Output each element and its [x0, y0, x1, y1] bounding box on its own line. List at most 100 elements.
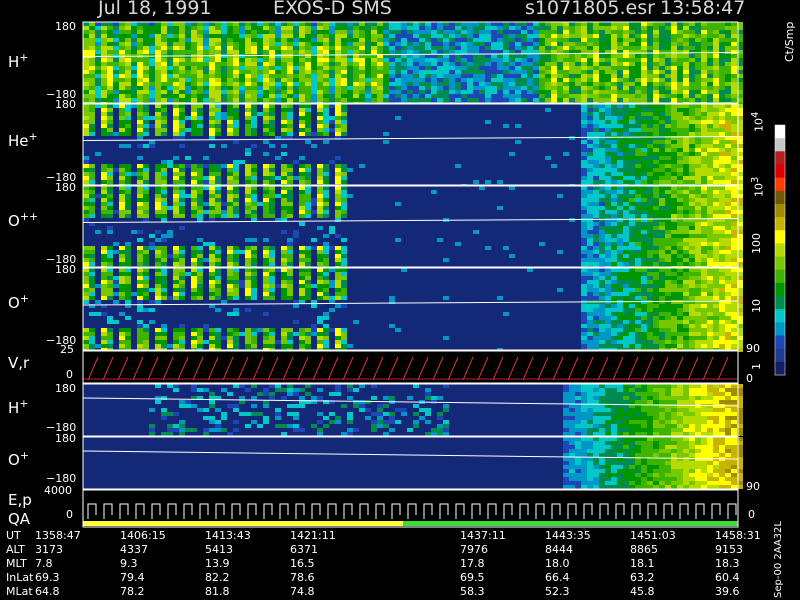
spectrogram-cell [491, 98, 497, 102]
spectrogram-cell [479, 66, 485, 70]
spectrogram-cell [113, 38, 119, 42]
spectrogram-cell [173, 336, 179, 340]
spectrogram-cell [449, 70, 455, 74]
spectrogram-cell [683, 144, 689, 148]
spectrogram-cell [203, 26, 209, 30]
spectrogram-cell [89, 280, 95, 284]
spectrogram-cell [347, 22, 353, 26]
spectrogram-cell [335, 168, 341, 172]
spectrogram-cell [227, 112, 233, 116]
spectrogram-cell [191, 112, 197, 116]
spectrogram-cell [269, 344, 275, 348]
spectrogram-cell [137, 340, 143, 344]
spectrogram-cell [713, 66, 719, 70]
spectrogram-cell [155, 284, 161, 288]
spectrogram-cell [473, 74, 479, 78]
spectrogram-cell [413, 26, 419, 30]
spectrogram-cell [89, 176, 95, 180]
spectrogram-cell [359, 42, 365, 46]
spectrogram-cell [617, 104, 623, 108]
spectrogram-cell [113, 58, 119, 62]
spectrogram-cell [719, 66, 725, 70]
spectrogram-cell [581, 140, 587, 144]
spectrogram-cell [227, 180, 233, 184]
spectrogram-cell [509, 82, 515, 86]
spectrogram-cell [161, 112, 167, 116]
spectrogram-cell [527, 70, 533, 74]
spectrogram-cell [377, 94, 383, 98]
spectrogram-cell [713, 258, 719, 262]
spectrogram-cell [299, 336, 305, 340]
spectrogram-cell [299, 104, 305, 108]
spectrogram-cell [335, 292, 341, 296]
spectrogram-cell [707, 254, 713, 258]
spectrogram-cell [275, 54, 281, 58]
spectrogram-cell [215, 296, 221, 300]
spectrogram-cell [293, 66, 299, 70]
spectrogram-cell [245, 34, 251, 38]
spectrogram-cell [719, 254, 725, 258]
spectrogram-cell [155, 164, 161, 168]
spectrogram-cell [509, 30, 515, 34]
spectrogram-cell [599, 164, 605, 168]
spectrogram-cell [425, 78, 431, 82]
spectrogram-cell [173, 46, 179, 50]
spectrogram-cell [107, 34, 113, 38]
spectrogram-cell [581, 206, 587, 210]
spectrogram-cell [611, 144, 617, 148]
spectrogram-cell [329, 26, 335, 30]
spectrogram-cell [689, 230, 695, 234]
spectrogram-cell [203, 186, 209, 190]
spectrogram-cell [449, 38, 455, 42]
spectrogram-cell [713, 168, 719, 172]
spectrogram-cell [689, 190, 695, 194]
spectrogram-cell [131, 42, 137, 46]
spectrogram-cell [719, 82, 725, 86]
spectrogram-cell [107, 42, 113, 46]
spectrogram-cell [281, 288, 287, 292]
spectrogram-cell [269, 120, 275, 124]
spectrogram-cell [605, 78, 611, 82]
spectrogram-cell [335, 202, 341, 206]
spectrogram-cell [389, 26, 395, 30]
spectrogram-cell [635, 22, 641, 26]
spectrogram-cell [401, 74, 407, 78]
spectrogram-cell [179, 144, 185, 148]
spectrogram-cell [401, 98, 407, 102]
spectrogram-cell [659, 58, 665, 62]
spectrogram-cell [545, 62, 551, 66]
spectrogram-cell [287, 328, 293, 332]
spectrogram-cell [335, 90, 341, 94]
spectrogram-cell [281, 34, 287, 38]
spectrogram-cell [323, 172, 329, 176]
spectrogram-cell [281, 336, 287, 340]
spectrogram-cell [185, 156, 191, 160]
spectrogram-cell [305, 62, 311, 66]
spectrogram-cell [281, 172, 287, 176]
spectrogram-cell [119, 94, 125, 98]
spectrogram-cell [317, 332, 323, 336]
spectrogram-cell [155, 128, 161, 132]
spectrogram-cell [371, 34, 377, 38]
spectrogram-cell [695, 120, 701, 124]
spectrogram-cell [167, 74, 173, 78]
spectrogram-cell [287, 254, 293, 258]
spectrogram-cell [599, 26, 605, 30]
spectrogram-cell [191, 90, 197, 94]
spectrogram-cell [209, 250, 215, 254]
spectrogram-cell [419, 66, 425, 70]
spectrogram-cell [215, 74, 221, 78]
spectrogram-cell [113, 34, 119, 38]
spectrogram-cell [731, 82, 737, 86]
spectrogram-cell [587, 164, 593, 168]
spectrogram-cell [677, 46, 683, 50]
spectrogram-cell [677, 58, 683, 62]
spectrogram-cell [383, 140, 389, 144]
spectrogram-cell [647, 160, 653, 164]
spectrogram-cell [209, 296, 215, 300]
spectrogram-cell [299, 202, 305, 206]
spectrogram-cell [551, 70, 557, 74]
spectrogram-cell [563, 46, 569, 50]
spectrogram-cell [371, 86, 377, 90]
spectrogram-cell [425, 42, 431, 46]
